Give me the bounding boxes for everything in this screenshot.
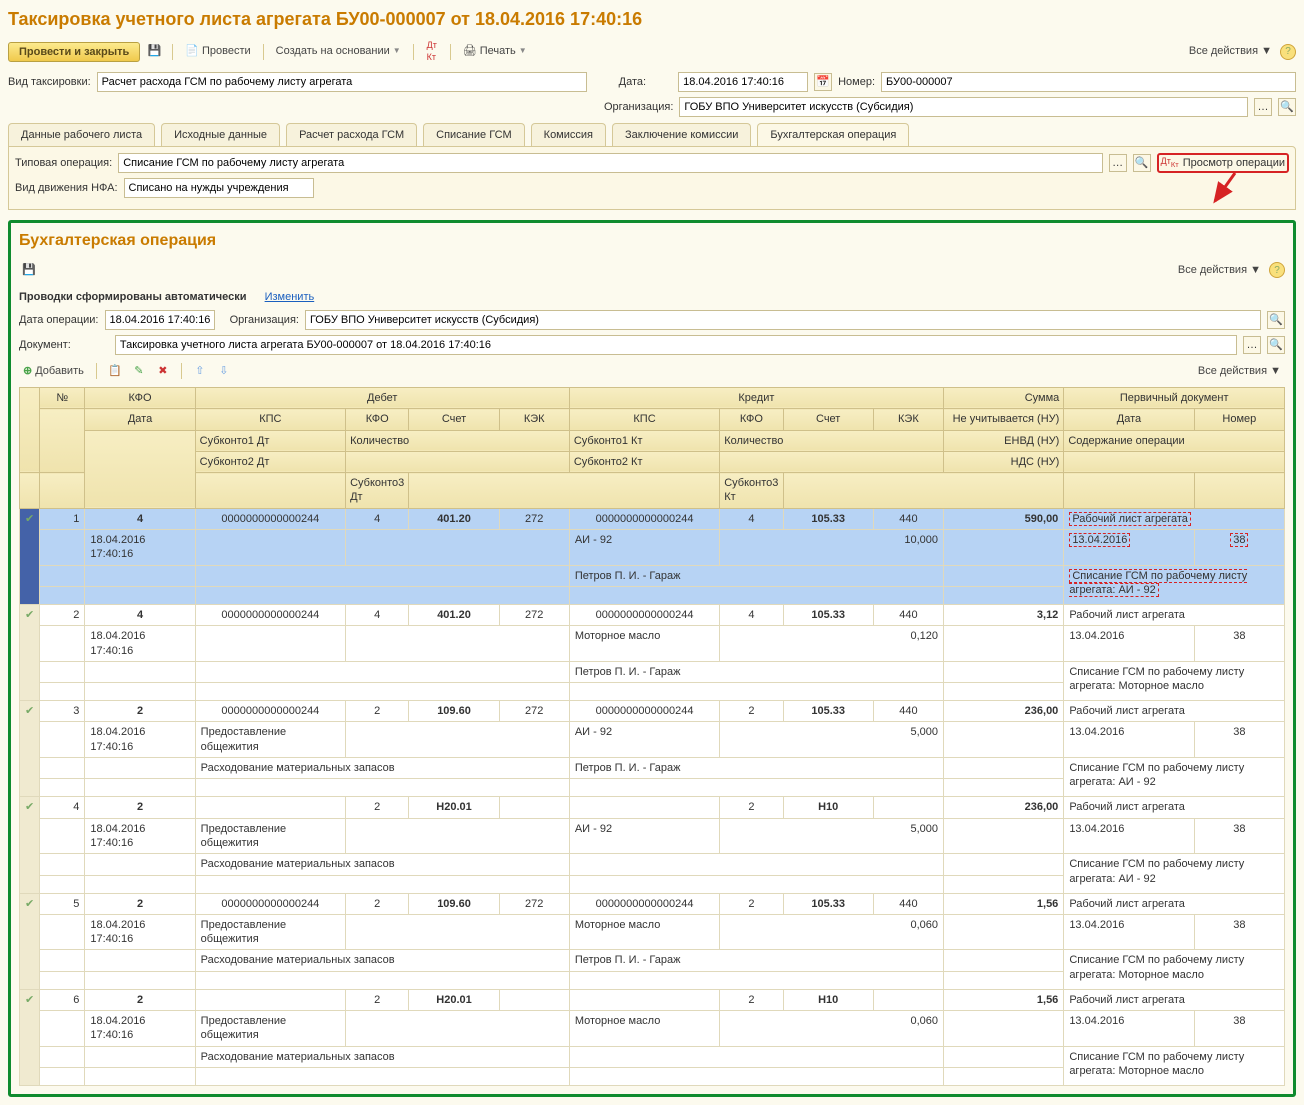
edit-row-icon[interactable]: ✎: [129, 361, 149, 381]
auto-entries-label: Проводки сформированы автоматически: [19, 290, 246, 304]
org-pick-icon[interactable]: …: [1254, 98, 1272, 116]
check-icon: ✔: [25, 609, 34, 621]
dtkt-icon[interactable]: ДтКт: [422, 42, 442, 62]
type-op-label: Типовая операция:: [15, 156, 112, 170]
org-label: Организация:: [604, 100, 673, 114]
op-org-label: Организация:: [230, 313, 299, 327]
table-row[interactable]: ✔ 2 4 00000000000002444401.20272 0000000…: [20, 604, 1285, 625]
op-org-input[interactable]: [305, 310, 1261, 330]
change-link[interactable]: Изменить: [265, 290, 315, 304]
dtkt-small-icon: ДтКт: [1161, 156, 1179, 170]
type-op-search-icon[interactable]: 🔍: [1133, 154, 1151, 172]
op-date-input[interactable]: [105, 310, 215, 330]
operation-panel: Бухгалтерская операция 💾 Все действия ▼ …: [8, 220, 1296, 1097]
number-input[interactable]: [881, 72, 1296, 92]
submit-close-button[interactable]: Провести и закрыть: [8, 42, 140, 62]
delete-row-icon[interactable]: ✖: [153, 361, 173, 381]
grid-all-actions-menu[interactable]: Все действия ▼: [1194, 361, 1285, 381]
save-icon[interactable]: 💾: [144, 42, 164, 62]
tab-3[interactable]: Списание ГСМ: [423, 123, 525, 146]
table-row[interactable]: ✔ 4 2 2Н20.01 2Н10 236,00 Рабочий лист а…: [20, 797, 1285, 818]
help-icon[interactable]: ?: [1280, 44, 1296, 60]
table-row[interactable]: ✔ 5 2 00000000000002442109.60272 0000000…: [20, 893, 1285, 914]
doc-pick-icon[interactable]: …: [1243, 336, 1261, 354]
number-label: Номер:: [838, 75, 875, 89]
tab-1[interactable]: Исходные данные: [161, 123, 280, 146]
date-input[interactable]: [678, 72, 808, 92]
copy-row-icon[interactable]: 📋: [105, 361, 125, 381]
move-label: Вид движения НФА:: [15, 181, 118, 195]
tab-2[interactable]: Расчет расхода ГСМ: [286, 123, 417, 146]
create-based-menu[interactable]: Создать на основании▼: [272, 41, 405, 61]
table-row[interactable]: ✔ 6 2 2Н20.01 2Н10 1,56 Рабочий лист агр…: [20, 989, 1285, 1010]
org-input[interactable]: [679, 97, 1248, 117]
doc-label: Документ:: [19, 338, 71, 352]
org-search-icon[interactable]: 🔍: [1278, 98, 1296, 116]
op-date-label: Дата операции:: [19, 313, 99, 327]
tax-type-label: Вид таксировки:: [8, 75, 91, 89]
op-org-search-icon[interactable]: 🔍: [1267, 311, 1285, 329]
check-icon: ✔: [25, 705, 34, 717]
op-help-icon[interactable]: ?: [1269, 262, 1285, 278]
main-toolbar: Провести и закрыть 💾 📄Провести Создать н…: [8, 39, 1296, 63]
print-menu[interactable]: 🖨Печать▼: [459, 41, 531, 61]
tab-5[interactable]: Заключение комиссии: [612, 123, 751, 146]
check-icon: ✔: [25, 898, 34, 910]
submit-button[interactable]: 📄Провести: [181, 41, 254, 61]
page-title: Таксировка учетного листа агрегата БУ00-…: [8, 8, 1296, 31]
type-op-input[interactable]: [118, 153, 1102, 173]
check-icon: ✔: [25, 513, 34, 525]
red-arrow-icon: [1205, 171, 1245, 207]
tab-4[interactable]: Комиссия: [531, 123, 606, 146]
save-op-icon[interactable]: 💾: [19, 260, 39, 280]
move-input[interactable]: [124, 178, 314, 198]
move-up-icon[interactable]: ⇧: [190, 361, 210, 381]
move-down-icon[interactable]: ⇩: [214, 361, 234, 381]
calendar-icon[interactable]: 📅: [814, 73, 832, 91]
tax-type-input[interactable]: [97, 72, 587, 92]
all-actions-menu[interactable]: Все действия ▼: [1185, 41, 1276, 61]
check-icon: ✔: [25, 994, 34, 1006]
check-icon: ✔: [25, 801, 34, 813]
table-row[interactable]: ✔ 3 2 00000000000002442109.60272 0000000…: [20, 701, 1285, 722]
doc-search-icon[interactable]: 🔍: [1267, 336, 1285, 354]
table-row[interactable]: ✔ 1 4 00000000000002444401.20272 0000000…: [20, 508, 1285, 529]
type-op-pick-icon[interactable]: …: [1109, 154, 1127, 172]
entries-grid[interactable]: № КФО Дебет Кредит Сумма Первичный докум…: [19, 387, 1285, 1086]
tab-0[interactable]: Данные рабочего листа: [8, 123, 155, 146]
tabstrip: Данные рабочего листа Исходные данные Расч…: [8, 123, 1296, 146]
op-all-actions-menu[interactable]: Все действия ▼: [1174, 260, 1265, 280]
doc-input[interactable]: [115, 335, 1237, 355]
add-row-button[interactable]: ⊕Добавить: [19, 361, 88, 381]
operation-title: Бухгалтерская операция: [19, 231, 1285, 252]
date-label: Дата:: [619, 75, 646, 89]
tab-6[interactable]: Бухгалтерская операция: [757, 123, 909, 146]
